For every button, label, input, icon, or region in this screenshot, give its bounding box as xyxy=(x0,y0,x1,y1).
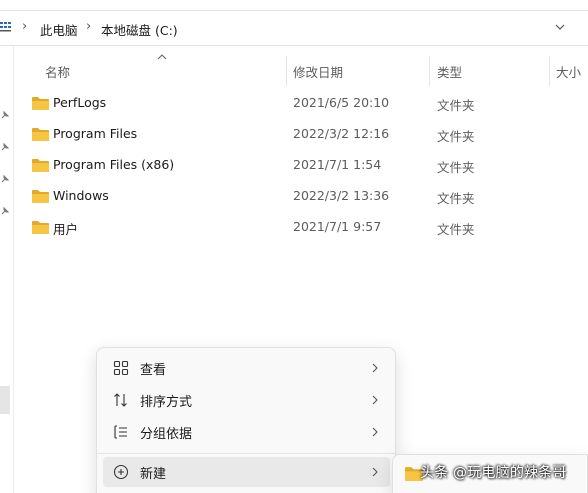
column-header-modified[interactable]: 修改日期 xyxy=(293,62,343,81)
breadcrumb-separator[interactable]: › xyxy=(22,19,27,34)
column-divider[interactable] xyxy=(549,56,550,86)
file-row[interactable]: Program Files (x86) 2021/7/1 1:54 文件夹 xyxy=(28,150,588,181)
file-modified: 2022/3/2 12:16 xyxy=(293,126,390,141)
chevron-right-icon xyxy=(372,363,378,373)
breadcrumb-this-pc[interactable]: 此电脑 xyxy=(40,20,78,39)
pin-icon[interactable] xyxy=(0,206,10,216)
context-menu: 查看 排序方式 分组依据 新建 xyxy=(96,347,396,493)
menu-item-label: 查看 xyxy=(140,363,167,378)
menu-item-label: 排序方式 xyxy=(140,395,193,410)
file-name: PerfLogs xyxy=(53,95,107,110)
file-row[interactable]: Windows 2022/3/2 13:36 文件夹 xyxy=(28,181,588,212)
folder-icon xyxy=(32,221,49,234)
view-grid-icon xyxy=(113,360,129,376)
file-modified: 2021/6/5 20:10 xyxy=(293,95,390,110)
column-header-name[interactable]: 名称 xyxy=(45,62,70,81)
file-name: 用户 xyxy=(53,222,79,237)
sort-ascending-icon xyxy=(157,54,167,60)
menu-separator xyxy=(97,453,395,454)
column-divider[interactable] xyxy=(286,56,287,86)
navigation-pane xyxy=(0,46,14,493)
file-row[interactable]: 用户 2021/7/1 9:57 文件夹 xyxy=(28,212,588,243)
chevron-right-icon xyxy=(372,427,378,437)
file-row[interactable]: PerfLogs 2021/6/5 20:10 文件夹 xyxy=(28,88,588,119)
computer-icon xyxy=(0,22,11,32)
file-type: 文件夹 xyxy=(437,98,475,113)
menu-item-sort[interactable]: 排序方式 xyxy=(103,385,390,415)
chevron-down-icon[interactable] xyxy=(552,20,568,34)
nav-selected-item[interactable] xyxy=(0,386,10,414)
file-row[interactable]: Program Files 2022/3/2 12:16 文件夹 xyxy=(28,119,588,150)
file-name: Program Files (x86) xyxy=(53,157,175,172)
menu-item-view[interactable]: 查看 xyxy=(103,353,390,383)
menu-item-label: 新建 xyxy=(140,467,167,482)
column-header-size[interactable]: 大小 xyxy=(556,62,581,81)
file-name: Program Files xyxy=(53,126,138,141)
file-type: 文件夹 xyxy=(437,160,475,175)
menu-item-label: 分组依据 xyxy=(140,427,193,442)
file-name: Windows xyxy=(53,188,109,203)
chevron-right-icon xyxy=(372,467,378,477)
column-divider[interactable] xyxy=(429,56,430,86)
file-modified: 2021/7/1 1:54 xyxy=(293,157,382,172)
sort-icon xyxy=(114,393,127,407)
folder-icon xyxy=(32,190,49,203)
column-header-type[interactable]: 类型 xyxy=(437,62,462,81)
chevron-right-icon xyxy=(372,395,378,405)
folder-icon xyxy=(32,97,49,110)
pin-icon[interactable] xyxy=(0,142,10,152)
watermark: 头条 @玩电脑的辣条哥 xyxy=(420,465,567,481)
folder-icon xyxy=(32,159,49,172)
file-modified: 2021/7/1 9:57 xyxy=(293,219,382,234)
breadcrumb-separator[interactable]: › xyxy=(86,19,91,34)
new-plus-icon xyxy=(113,464,129,480)
pin-icon[interactable] xyxy=(0,174,10,184)
file-type: 文件夹 xyxy=(437,222,475,237)
menu-item-new[interactable]: 新建 xyxy=(103,457,390,487)
file-modified: 2022/3/2 13:36 xyxy=(293,188,390,203)
address-bar: › 此电脑 › 本地磁盘 (C:) xyxy=(0,0,588,46)
breadcrumb-local-disk[interactable]: 本地磁盘 (C:) xyxy=(101,20,178,39)
folder-icon xyxy=(32,128,49,141)
file-type: 文件夹 xyxy=(437,129,475,144)
group-by-icon xyxy=(114,425,127,439)
pin-icon[interactable] xyxy=(0,110,10,120)
menu-item-group-by[interactable]: 分组依据 xyxy=(103,417,390,447)
file-type: 文件夹 xyxy=(437,191,475,206)
